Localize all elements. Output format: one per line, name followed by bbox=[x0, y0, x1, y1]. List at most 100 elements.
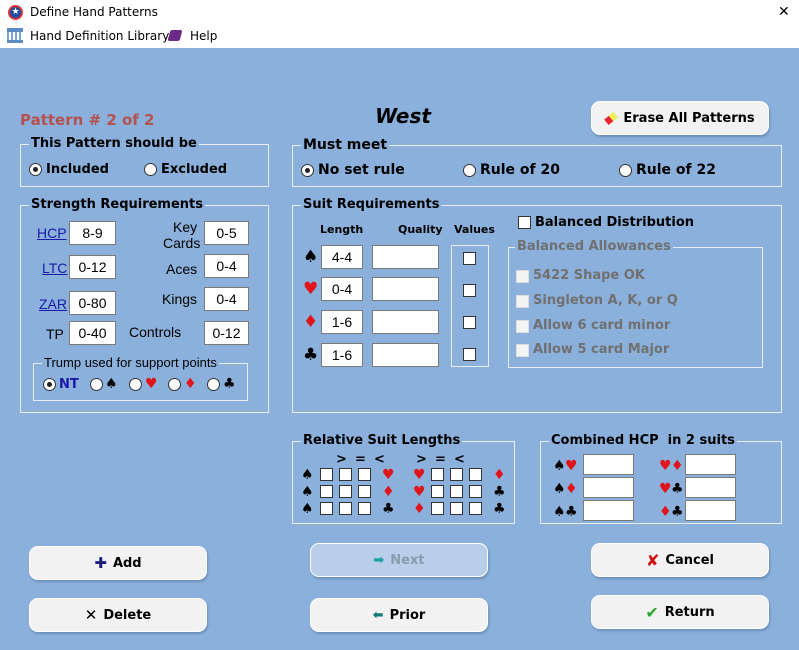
delete-button[interactable]: ✕ Delete bbox=[29, 598, 207, 632]
diamond-values-checkbox[interactable] bbox=[463, 316, 476, 329]
key-cards-input[interactable]: 0-5 bbox=[204, 221, 249, 245]
pattern-counter: Pattern # 2 of 2 bbox=[20, 111, 155, 129]
relative-spade-club-gt-checkbox[interactable] bbox=[320, 502, 333, 515]
trump-heart-radio[interactable] bbox=[129, 378, 142, 391]
plus-icon: ✚ bbox=[94, 554, 107, 572]
combined-heart-club-input[interactable] bbox=[685, 477, 736, 498]
rule-of-20-label[interactable]: Rule of 20 bbox=[480, 162, 560, 178]
diamond-quality-input[interactable] bbox=[372, 310, 439, 334]
relative-heart-club-lt-checkbox[interactable] bbox=[469, 485, 482, 498]
red-x-icon: ✘ bbox=[646, 550, 660, 570]
hcp-link[interactable]: HCP bbox=[37, 225, 67, 241]
relative-diamond-club-lt-checkbox[interactable] bbox=[469, 502, 482, 515]
included-label[interactable]: Included bbox=[46, 162, 109, 177]
trump-spade-radio[interactable] bbox=[90, 378, 103, 391]
menu-help[interactable]: Help bbox=[190, 29, 217, 43]
zar-link[interactable]: ZAR bbox=[39, 296, 67, 312]
hcp-input[interactable]: 8-9 bbox=[69, 221, 116, 245]
suit-requirements-group: Suit Requirements Length Quality Values … bbox=[292, 197, 782, 413]
eraser-icon bbox=[604, 111, 619, 125]
trump-nt-label[interactable]: NT bbox=[59, 377, 79, 392]
five-major-label[interactable]: Allow 5 card Major bbox=[533, 342, 669, 357]
combined-spade-diamond-input[interactable] bbox=[583, 477, 634, 498]
app-icon: ★ bbox=[8, 5, 23, 20]
combined-diamond-club-input[interactable] bbox=[685, 500, 736, 521]
controls-input[interactable]: 0-12 bbox=[204, 321, 249, 345]
relative-spade-club-lt-checkbox[interactable] bbox=[358, 502, 371, 515]
tp-input[interactable]: 0-40 bbox=[69, 321, 116, 345]
combined-spade-heart-input[interactable] bbox=[583, 454, 634, 475]
trump-club-radio[interactable] bbox=[207, 378, 220, 391]
diamond-icon: ♦ bbox=[565, 481, 578, 497]
relative-heart-club-gt-checkbox[interactable] bbox=[431, 485, 444, 498]
relative-heart-diamond-lt-checkbox[interactable] bbox=[469, 468, 482, 481]
ltc-input[interactable]: 0-12 bbox=[69, 255, 116, 279]
relative-spade-heart-lt-checkbox[interactable] bbox=[358, 468, 371, 481]
excluded-radio[interactable] bbox=[144, 163, 157, 176]
trump-diamond-radio[interactable] bbox=[168, 378, 181, 391]
club-values-checkbox[interactable] bbox=[463, 348, 476, 361]
balanced-label[interactable]: Balanced Distribution bbox=[535, 215, 694, 230]
allow-5422-label[interactable]: 5422 Shape OK bbox=[533, 268, 645, 283]
six-minor-checkbox[interactable] bbox=[516, 320, 529, 333]
club-quality-input[interactable] bbox=[372, 343, 439, 367]
heart-icon: ♥ bbox=[145, 376, 158, 392]
menu-hand-definition-library[interactable]: Hand Definition Library bbox=[30, 29, 169, 43]
heart-length-input[interactable]: 0-4 bbox=[321, 277, 363, 301]
rule-of-20-radio[interactable] bbox=[463, 164, 476, 177]
combined-spade-club-input[interactable] bbox=[583, 500, 634, 521]
relative-heart-diamond-gt-checkbox[interactable] bbox=[431, 468, 444, 481]
prior-button[interactable]: ⬅ Prior bbox=[310, 598, 488, 632]
singleton-checkbox[interactable] bbox=[516, 295, 529, 308]
next-button[interactable]: ➡ Next bbox=[310, 543, 488, 577]
relative-heart-diamond-eq-checkbox[interactable] bbox=[450, 468, 463, 481]
spade-values-checkbox[interactable] bbox=[463, 252, 476, 265]
relative-spade-club-eq-checkbox[interactable] bbox=[339, 502, 352, 515]
allow-5422-checkbox[interactable] bbox=[516, 270, 529, 283]
included-radio[interactable] bbox=[29, 163, 42, 176]
combined-heart-diamond-input[interactable] bbox=[685, 454, 736, 475]
relative-spade-diamond-lt-checkbox[interactable] bbox=[358, 485, 371, 498]
heart-icon: ♥ bbox=[303, 279, 319, 299]
spade-length-input[interactable]: 4-4 bbox=[321, 245, 363, 269]
club-icon: ♣ bbox=[671, 481, 684, 497]
excluded-label[interactable]: Excluded bbox=[161, 162, 227, 177]
heart-values-checkbox[interactable] bbox=[463, 284, 476, 297]
relative-heart-club-eq-checkbox[interactable] bbox=[450, 485, 463, 498]
ltc-link[interactable]: LTC bbox=[42, 260, 67, 276]
aces-input[interactable]: 0-4 bbox=[204, 254, 249, 278]
relative-diamond-club-gt-checkbox[interactable] bbox=[431, 502, 444, 515]
relative-spade-heart-gt-checkbox[interactable] bbox=[320, 468, 333, 481]
relative-spade-diamond-eq-checkbox[interactable] bbox=[339, 485, 352, 498]
balanced-checkbox[interactable] bbox=[518, 216, 531, 229]
club-length-input[interactable]: 1-6 bbox=[321, 343, 363, 367]
diamond-icon: ♦ bbox=[382, 484, 395, 500]
strength-group: Strength Requirements HCP 8-9 LTC 0-12 Z… bbox=[20, 197, 269, 413]
add-button[interactable]: ✚ Add bbox=[29, 546, 207, 580]
six-minor-label[interactable]: Allow 6 card minor bbox=[533, 318, 670, 333]
diamond-length-input[interactable]: 1-6 bbox=[321, 310, 363, 334]
five-major-checkbox[interactable] bbox=[516, 344, 529, 357]
allowances-title: Balanced Allowances bbox=[515, 239, 673, 255]
singleton-label[interactable]: Singleton A, K, or Q bbox=[533, 293, 678, 308]
relative-spade-diamond-gt-checkbox[interactable] bbox=[320, 485, 333, 498]
no-set-rule-label[interactable]: No set rule bbox=[318, 162, 405, 178]
erase-all-patterns-button[interactable]: Erase All Patterns bbox=[591, 101, 769, 135]
prior-label: Prior bbox=[389, 607, 426, 623]
relative-header-eq: = bbox=[435, 452, 446, 467]
club-icon: ♣ bbox=[382, 501, 395, 517]
no-set-rule-radio[interactable] bbox=[301, 164, 314, 177]
zar-input[interactable]: 0-80 bbox=[69, 291, 116, 315]
close-button[interactable]: ✕ bbox=[778, 4, 790, 20]
spade-quality-input[interactable] bbox=[372, 245, 439, 269]
return-button[interactable]: ✔ Return bbox=[591, 595, 769, 629]
rule-of-22-label[interactable]: Rule of 22 bbox=[636, 162, 716, 178]
kings-input[interactable]: 0-4 bbox=[204, 287, 249, 311]
trump-nt-radio[interactable] bbox=[43, 378, 56, 391]
rule-of-22-radio[interactable] bbox=[619, 164, 632, 177]
x-icon: ✕ bbox=[84, 606, 98, 624]
relative-diamond-club-eq-checkbox[interactable] bbox=[450, 502, 463, 515]
cancel-button[interactable]: ✘ Cancel bbox=[591, 543, 769, 577]
heart-quality-input[interactable] bbox=[372, 277, 439, 301]
relative-spade-heart-eq-checkbox[interactable] bbox=[339, 468, 352, 481]
